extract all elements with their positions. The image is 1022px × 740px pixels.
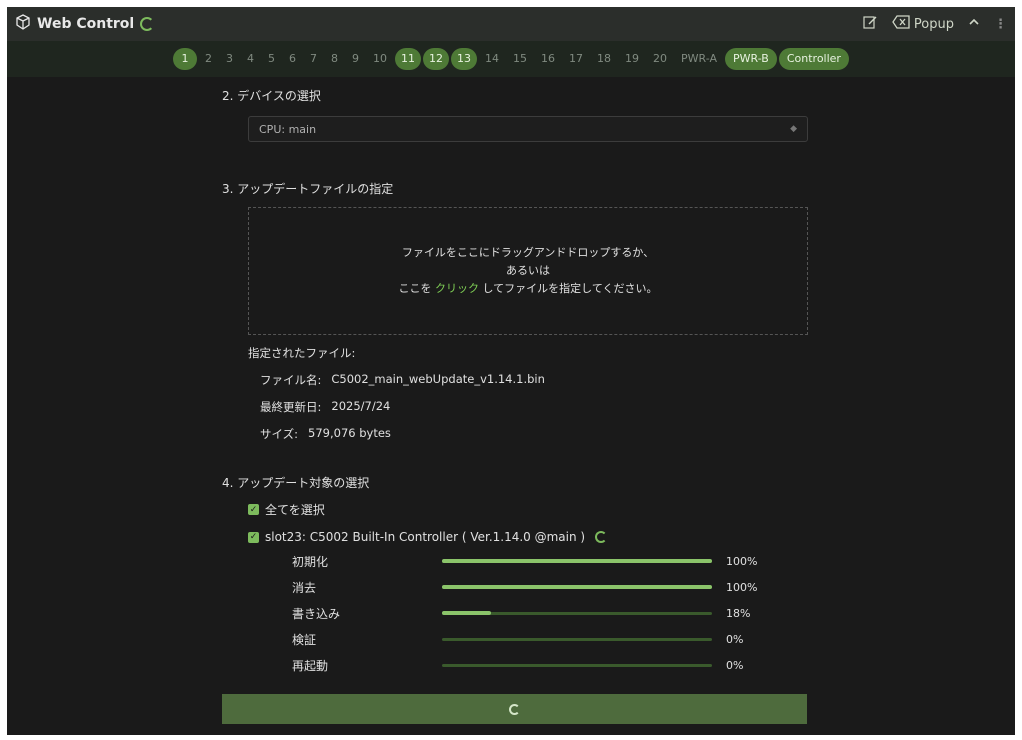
popup-button[interactable]: Popup bbox=[892, 15, 954, 33]
tab-20[interactable]: 20 bbox=[647, 48, 673, 70]
more-vertical-icon[interactable]: ⋮ bbox=[994, 17, 1007, 32]
file-date-value: 2025/7/24 bbox=[331, 399, 391, 413]
drop-line-1: ファイルをここにドラッグアンドドロップするか、 bbox=[401, 246, 655, 259]
slot-checkbox[interactable]: ✓ slot23: C5002 Built-In Controller ( Ve… bbox=[248, 530, 807, 544]
tab-17[interactable]: 17 bbox=[563, 48, 589, 70]
drop-line-2: あるいは bbox=[506, 264, 550, 277]
tab-8[interactable]: 8 bbox=[325, 48, 344, 70]
tab-12[interactable]: 12 bbox=[423, 48, 450, 70]
update-button[interactable] bbox=[222, 694, 807, 724]
progress-fill bbox=[442, 585, 712, 589]
popup-label: Popup bbox=[913, 16, 954, 32]
tab-4[interactable]: 4 bbox=[241, 48, 260, 70]
device-section-title: 2. デバイスの選択 bbox=[222, 89, 321, 103]
file-size-label: サイズ: bbox=[260, 427, 299, 441]
progress-row: 初期化 100% bbox=[292, 548, 807, 574]
progress-row: 消去 100% bbox=[292, 574, 807, 600]
device-select-value: CPU: main bbox=[259, 122, 317, 136]
select-all-checkbox[interactable]: ✓ 全てを選択 bbox=[248, 501, 807, 518]
progress-row: 再起動 0% bbox=[292, 652, 807, 678]
chevron-up-icon[interactable] bbox=[968, 16, 980, 32]
checkbox-checked-icon: ✓ bbox=[248, 504, 259, 515]
app-title: Web Control bbox=[37, 16, 135, 32]
progress-label: 書き込み bbox=[292, 606, 341, 621]
tab-13[interactable]: 13 bbox=[451, 48, 478, 70]
progress-bar bbox=[442, 611, 712, 615]
file-section-title: 3. アップデートファイルの指定 bbox=[222, 182, 394, 196]
tab-9[interactable]: 9 bbox=[346, 48, 365, 70]
file-date-label: 最終更新日: bbox=[260, 400, 322, 414]
select-caret-icon: ◆ bbox=[790, 124, 797, 134]
drop-line-3-suffix: してファイルを指定してください。 bbox=[478, 282, 658, 295]
progress-fill bbox=[442, 611, 491, 615]
progress-list: 初期化 100% 消去 100% 書き込み 18% 検証 0% 再起動 0% bbox=[222, 548, 807, 678]
click-link[interactable]: クリック bbox=[435, 282, 479, 295]
file-name-value: C5002_main_webUpdate_v1.14.1.bin bbox=[331, 372, 545, 386]
tab-19[interactable]: 19 bbox=[619, 48, 645, 70]
tab-pwr-a[interactable]: PWR-A bbox=[675, 48, 723, 70]
progress-row: 検証 0% bbox=[292, 626, 807, 652]
progress-label: 検証 bbox=[292, 632, 317, 647]
progress-percent: 100% bbox=[726, 554, 758, 568]
edit-icon[interactable] bbox=[862, 14, 878, 34]
loading-spinner-icon bbox=[140, 17, 155, 31]
tab-2[interactable]: 2 bbox=[199, 48, 218, 70]
tab-5[interactable]: 5 bbox=[262, 48, 281, 70]
tab-18[interactable]: 18 bbox=[591, 48, 617, 70]
loading-spinner-icon bbox=[595, 531, 608, 543]
slot-label: slot23: C5002 Built-In Controller ( Ver.… bbox=[265, 530, 586, 544]
progress-label: 初期化 bbox=[292, 554, 329, 569]
progress-percent: 18% bbox=[726, 606, 751, 620]
main-content: 2. デバイスの選択 CPU: main ◆ 3. アップデートファイルの指定 … bbox=[222, 87, 808, 678]
tab-controller[interactable]: Controller bbox=[778, 48, 849, 70]
progress-row: 書き込み 18% bbox=[292, 600, 807, 626]
app-window: Web Control Popup ⋮ 1 2 3 4 5 6 7 8 9 10 11 12 13 14 1… bbox=[7, 7, 1015, 735]
progress-percent: 100% bbox=[726, 580, 758, 594]
file-name-row: ファイル名: C5002_main_webUpdate_v1.14.1.bin bbox=[260, 372, 807, 388]
progress-percent: 0% bbox=[726, 632, 744, 646]
tab-16[interactable]: 16 bbox=[535, 48, 561, 70]
progress-bar bbox=[442, 663, 712, 667]
file-size-row: サイズ: 579,076 bytes bbox=[260, 426, 807, 442]
tab-15[interactable]: 15 bbox=[507, 48, 533, 70]
file-info: 指定されたファイル: ファイル名: C5002_main_webUpdate_v… bbox=[248, 345, 807, 442]
progress-bar bbox=[442, 585, 712, 589]
progress-bar bbox=[442, 559, 712, 563]
progress-label: 再起動 bbox=[292, 658, 329, 673]
tab-6[interactable]: 6 bbox=[283, 48, 302, 70]
specified-file-label: 指定されたファイル: bbox=[248, 346, 356, 360]
progress-bar bbox=[442, 637, 712, 641]
file-date-row: 最終更新日: 2025/7/24 bbox=[260, 399, 807, 415]
target-section-title: 4. アップデート対象の選択 bbox=[222, 476, 370, 490]
progress-label: 消去 bbox=[292, 580, 317, 595]
tab-14[interactable]: 14 bbox=[479, 48, 505, 70]
title-bar: Web Control Popup ⋮ bbox=[7, 7, 1015, 41]
tab-7[interactable]: 7 bbox=[304, 48, 323, 70]
loading-spinner-icon bbox=[509, 703, 520, 715]
tab-3[interactable]: 3 bbox=[220, 48, 239, 70]
drop-line-3: ここを クリック してファイルを指定してください。 bbox=[398, 280, 657, 298]
cube-icon bbox=[15, 14, 31, 34]
file-name-label: ファイル名: bbox=[260, 373, 322, 387]
progress-fill bbox=[442, 559, 712, 563]
slot-tabs: 1 2 3 4 5 6 7 8 9 10 11 12 13 14 15 16 17 18 19 20 PWR-A PWR-… bbox=[7, 41, 1015, 77]
tab-1[interactable]: 1 bbox=[173, 48, 198, 70]
file-dropzone[interactable]: ファイルをここにドラッグアンドドロップするか、 あるいは ここを クリック して… bbox=[248, 207, 808, 335]
checkbox-checked-icon: ✓ bbox=[248, 531, 259, 543]
drop-line-3-prefix: ここを bbox=[398, 282, 435, 295]
progress-percent: 0% bbox=[726, 658, 744, 672]
file-size-value: 579,076 bytes bbox=[308, 426, 391, 440]
tab-11[interactable]: 11 bbox=[395, 48, 422, 70]
tab-10[interactable]: 10 bbox=[367, 48, 393, 70]
select-all-label: 全てを選択 bbox=[265, 503, 325, 517]
device-select[interactable]: CPU: main ◆ bbox=[248, 116, 808, 142]
backspace-icon bbox=[892, 15, 910, 33]
tab-pwr-b[interactable]: PWR-B bbox=[725, 48, 777, 70]
